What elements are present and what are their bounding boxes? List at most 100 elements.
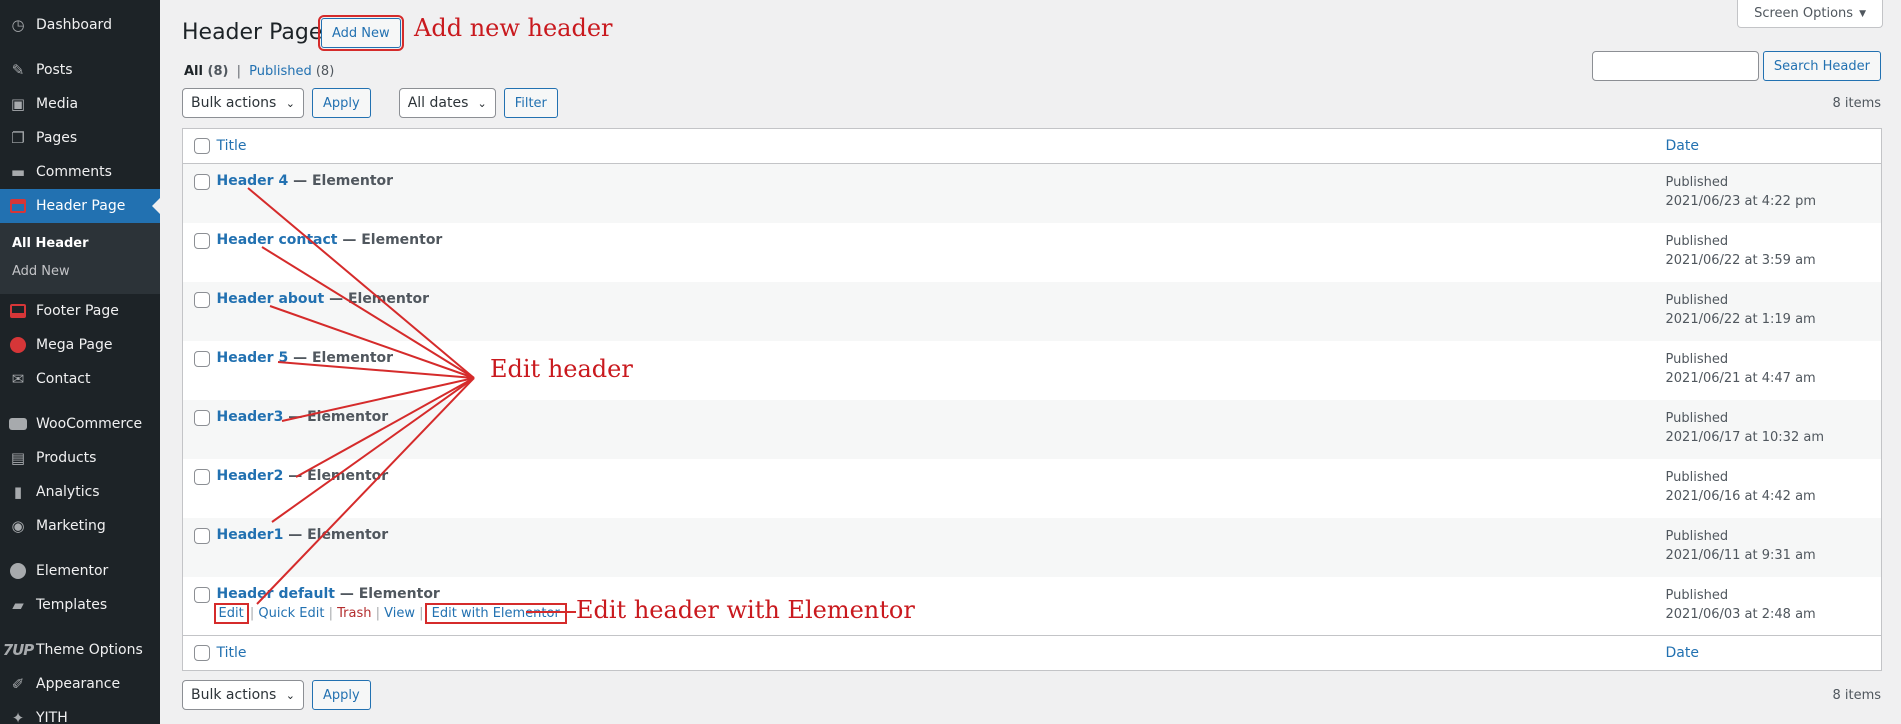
submenu-add-new[interactable]: Add New [0,258,160,286]
row-checkbox[interactable] [194,174,210,190]
sidebar-item-contact[interactable]: ✉ Contact [0,362,160,396]
bulk-actions-select[interactable]: Bulk actions ⌄ [182,88,304,118]
chevron-down-icon: ⌄ [477,96,487,110]
footer-page-icon [8,301,28,321]
column-date-label[interactable]: Date [1666,138,1699,154]
view-published-link[interactable]: Published (8) [249,64,334,79]
sidebar-item-media[interactable]: ▣ Media [0,87,160,121]
row-checkbox[interactable] [194,232,210,249]
view-link[interactable]: View [384,606,415,621]
filter-button[interactable]: Filter [503,88,558,118]
sidebar-item-products[interactable]: ▤ Products [0,441,160,475]
archive-icon: ▤ [10,449,26,467]
trash-link[interactable]: Trash [337,606,371,621]
row-title-suffix: — Elementor [288,173,394,189]
post-date: 2021/06/22 at 3:59 am [1665,252,1816,268]
view-all-link[interactable]: All (8) [184,64,228,79]
table-row: Header1 — Elementor Published 2021/06/11 … [182,517,1882,577]
column-title-footer[interactable]: Title [216,635,1652,671]
post-date: 2021/06/16 at 4:42 am [1665,488,1816,504]
sidebar-item-comments[interactable]: ▬ Comments [0,155,160,189]
column-date-label[interactable]: Date [1666,645,1699,661]
sidebar-item-label: Header Page [36,198,126,214]
select-all-checkbox[interactable] [194,138,210,154]
all-dates-value: All dates [407,95,469,111]
date-cell: Published 2021/06/17 at 10:32 am [1652,400,1882,459]
date-cell: Published 2021/06/11 at 9:31 am [1652,518,1882,577]
row-title-suffix: — Elementor [283,467,389,484]
sidebar-item-elementor[interactable]: Elementor [0,554,160,588]
row-checkbox[interactable] [194,586,210,603]
table-row: Header contact — Elementor Published 2021… [183,223,1882,282]
action-separator: | [419,605,424,621]
date-cell: Published 2021/06/21 at 4:47 am [1652,341,1882,400]
headers-table: Title Date Header 4 — Elementor Publishe… [182,128,1882,671]
row-checkbox[interactable] [194,409,210,426]
row-title-link[interactable]: Header1 [217,527,284,543]
sidebar-item-templates[interactable]: ▰ Templates [0,588,160,622]
search-box: Search Header [1591,51,1881,81]
sidebar-item-theme-options[interactable]: 7UP Theme Options [0,633,160,667]
date-cell: Published 2021/06/03 at 2:48 am [1652,577,1882,636]
sidebar-item-yith[interactable]: ✦ YITH [0,701,160,724]
elementor-icon [8,561,28,581]
row-title-link[interactable]: Header default [217,586,335,602]
sidebar-item-pages[interactable]: ❐ Pages [0,121,160,155]
post-date: 2021/06/11 at 9:31 am [1665,547,1816,563]
row-title-link[interactable]: Header3 [217,409,284,425]
row-title-link[interactable]: Header2 [217,468,284,484]
pin-icon: ✎ [11,61,25,79]
sidebar-item-analytics[interactable]: ▮ Analytics [0,475,160,509]
table-row: Header about — Elementor Published 2021/0… [182,281,1882,341]
sidebar-item-dashboard[interactable]: ◷ Dashboard [0,8,160,42]
apply-button[interactable]: Apply [312,88,371,118]
apply-button[interactable]: Apply [312,680,371,710]
tablenav-top: Bulk actions ⌄ Apply All dates ⌄ Filter [182,88,558,118]
row-title-link[interactable]: Header contact [217,232,338,248]
column-title-label[interactable]: Title [217,645,247,661]
column-date-header[interactable]: Date [1651,128,1882,164]
tablenav-bottom: Bulk actions ⌄ Apply [182,680,371,710]
table-header-row: Title Date [182,128,1882,164]
column-title-label[interactable]: Title [217,138,247,154]
screen-options-button[interactable]: Screen Options ▼ [1737,0,1883,28]
row-checkbox-cell [183,577,217,636]
search-input[interactable] [1591,51,1759,81]
bulk-actions-select[interactable]: Bulk actions ⌄ [182,680,304,710]
sidebar-item-footer-page[interactable]: Footer Page [0,294,160,328]
folder-icon: ▰ [12,596,24,614]
row-checkbox[interactable] [194,468,210,485]
quick-edit-link[interactable]: Quick Edit [258,606,324,621]
edit-link[interactable]: Edit [213,602,249,624]
sidebar-item-label: Appearance [36,676,121,692]
column-title-header[interactable]: Title [216,128,1652,164]
dashboard-icon: ◷ [11,16,25,34]
row-checkbox[interactable] [194,350,210,367]
row-checkbox[interactable] [194,527,210,544]
annotation-add-new-header: Add new header [414,14,613,42]
action-separator: | [375,605,380,621]
edit-with-elementor-link[interactable]: Edit with Elementor [424,602,567,624]
sidebar-item-label: Footer Page [36,303,119,319]
search-header-button[interactable]: Search Header [1762,51,1881,81]
sidebar-item-marketing[interactable]: ◉ Marketing [0,509,160,543]
submenu-all-header[interactable]: All Header [0,230,160,258]
sidebar-item-label: Templates [36,597,108,613]
row-title-link[interactable]: Header about [217,291,325,307]
sidebar-item-mega-page[interactable]: Mega Page [0,328,160,362]
sidebar-item-header-page[interactable]: Header Page [0,189,160,223]
items-count-bottom: 8 items [1832,688,1881,703]
row-title-suffix: — Elementor [283,526,389,543]
title-cell: Header contact — Elementor [217,223,1652,282]
sidebar-item-appearance[interactable]: ✐ Appearance [0,667,160,701]
add-new-button[interactable]: Add New [318,15,404,51]
select-all-checkbox[interactable] [194,645,210,661]
sidebar-item-posts[interactable]: ✎ Posts [0,53,160,87]
row-checkbox[interactable] [194,291,210,308]
row-title-link[interactable]: Header 5 [217,350,289,366]
all-dates-select[interactable]: All dates ⌄ [398,88,496,118]
sidebar-item-woocommerce[interactable]: WooCommerce [0,407,160,441]
column-date-footer[interactable]: Date [1651,635,1882,671]
row-title-link[interactable]: Header 4 [217,173,289,189]
post-date: 2021/06/23 at 4:22 pm [1665,194,1817,209]
